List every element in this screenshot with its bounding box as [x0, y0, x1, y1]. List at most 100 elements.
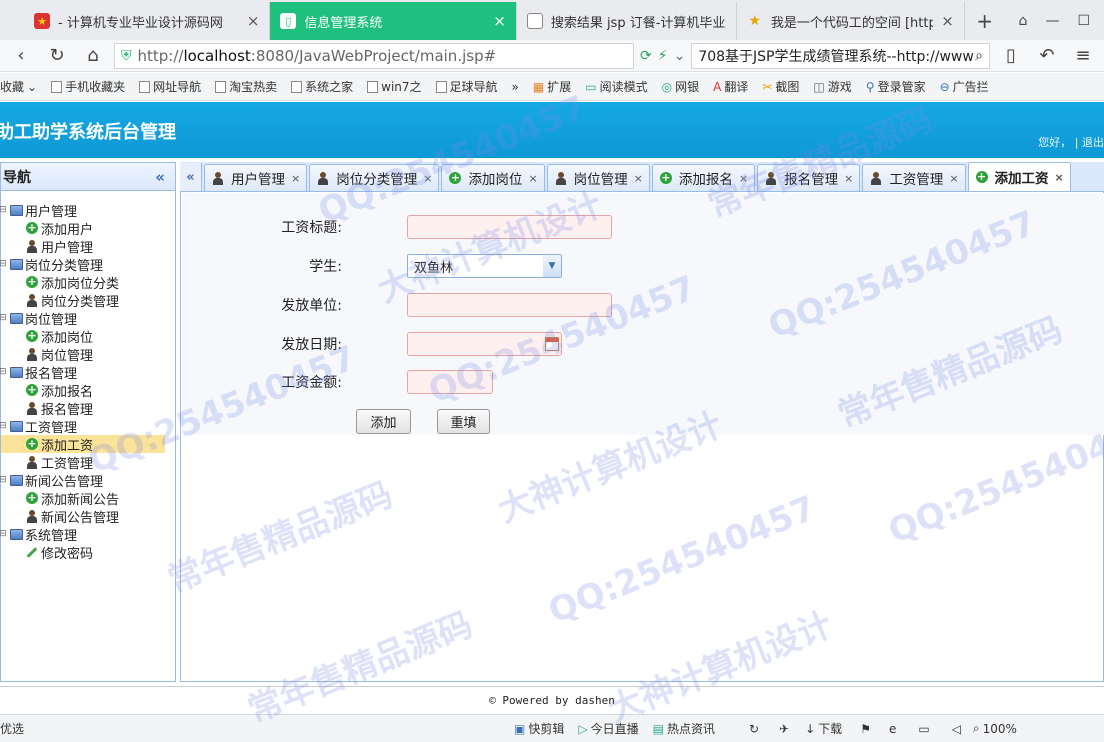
- issuing-unit-input[interactable]: [407, 293, 612, 317]
- browser-tab-4[interactable]: ★ 我是一个代码工的空间 [http://2 ×: [736, 2, 965, 40]
- sidebar-item[interactable]: + 添加新闻公告: [1, 489, 175, 508]
- sidebar-item[interactable]: 岗位管理: [1, 345, 175, 364]
- ie-icon[interactable]: e: [889, 722, 896, 736]
- extensions-button[interactable]: ▦ 扩展: [533, 78, 571, 95]
- games-button[interactable]: ◫ 游戏: [813, 78, 851, 95]
- quick-clip-button[interactable]: ▣ 快剪辑: [514, 720, 564, 737]
- browser-tab-2[interactable]: ▯ 信息管理系统 ×: [270, 2, 517, 40]
- sidebar-group[interactable]: ⊟ 岗位管理: [0, 309, 175, 328]
- sidebar-item[interactable]: + 添加工资: [1, 435, 165, 454]
- collapse-toggle-icon[interactable]: ⊟: [0, 421, 7, 431]
- reading-mode-button[interactable]: ▭ 阅读模式: [585, 78, 647, 95]
- undo-icon[interactable]: ↶: [1032, 43, 1062, 69]
- news-button[interactable]: ▤ 热点资讯: [653, 720, 715, 737]
- close-icon[interactable]: ×: [634, 172, 643, 185]
- close-icon[interactable]: ×: [528, 172, 537, 185]
- collapse-toggle-icon[interactable]: ⊟: [0, 367, 7, 377]
- sidebar-group[interactable]: ⊟ 岗位分类管理: [0, 255, 175, 274]
- reset-button[interactable]: 重填: [437, 409, 490, 434]
- add-button[interactable]: 添加: [356, 409, 411, 434]
- status-left[interactable]: 优选: [0, 720, 24, 737]
- sidebar-group[interactable]: ⊟ 报名管理: [0, 363, 175, 382]
- bookmark-item[interactable]: 手机收藏夹: [51, 78, 125, 95]
- content-tab[interactable]: + 添加岗位 ×: [441, 164, 545, 191]
- url-input[interactable]: ⛨ http://localhost:8080/JavaWebProject/m…: [114, 42, 634, 69]
- maximize-icon[interactable]: ☐: [1077, 13, 1090, 29]
- close-icon[interactable]: ×: [1055, 171, 1064, 184]
- issue-date-input[interactable]: [407, 332, 562, 356]
- content-tab[interactable]: 工资管理 ×: [862, 164, 966, 191]
- bookmark-item[interactable]: win7之: [367, 78, 422, 95]
- bookmark-item[interactable]: 足球导航: [435, 78, 498, 95]
- close-tab-icon[interactable]: ×: [493, 12, 506, 30]
- pin-icon[interactable]: ✈: [779, 722, 789, 736]
- refresh-ext-icon[interactable]: ⟳: [640, 48, 652, 64]
- collapse-toggle-icon[interactable]: ⊟: [0, 205, 7, 215]
- back-icon[interactable]: ‹: [6, 43, 36, 69]
- minimize-icon[interactable]: —: [1045, 13, 1059, 29]
- phone-icon[interactable]: ▯: [996, 43, 1026, 69]
- salary-amount-input[interactable]: [407, 370, 493, 394]
- collapse-icon[interactable]: «: [155, 168, 165, 186]
- sidebar-item[interactable]: 岗位分类管理: [1, 291, 175, 310]
- browser-tab-3[interactable]: 搜索结果 jsp 订餐-计算机毕业设: [516, 2, 737, 40]
- user-info[interactable]: 您好， | 退出: [1038, 134, 1104, 150]
- sidebar-item[interactable]: + 添加用户: [1, 219, 175, 238]
- student-select[interactable]: 双鱼林 ▼: [407, 254, 562, 278]
- download-button[interactable]: ↓ 下载: [805, 720, 842, 737]
- close-tab-icon[interactable]: ×: [247, 12, 260, 30]
- volume-icon[interactable]: ◁: [952, 722, 961, 736]
- window-icon[interactable]: ▭: [918, 722, 929, 736]
- sidebar-group[interactable]: ⊟ 工资管理: [0, 417, 175, 436]
- close-icon[interactable]: ×: [844, 172, 853, 185]
- bookmark-more[interactable]: »: [512, 80, 519, 94]
- bookmark-item[interactable]: 淘宝热卖: [215, 78, 277, 95]
- home-icon[interactable]: ⌂: [78, 43, 108, 69]
- adblock-button[interactable]: ⊖ 广告拦: [940, 78, 989, 95]
- tab-scroll-left-icon[interactable]: «: [180, 163, 202, 191]
- bookmark-item[interactable]: 收藏 ⌄: [0, 78, 37, 95]
- sidebar-item[interactable]: 报名管理: [1, 399, 175, 418]
- collapse-toggle-icon[interactable]: ⊟: [0, 259, 7, 269]
- sidebar-item[interactable]: 工资管理: [1, 453, 175, 472]
- content-tab[interactable]: 报名管理 ×: [757, 164, 861, 191]
- close-icon[interactable]: ×: [291, 172, 300, 185]
- flag-icon[interactable]: ⚑: [860, 722, 871, 736]
- sidebar-item[interactable]: + 添加报名: [1, 381, 175, 400]
- sidebar-item[interactable]: 新闻公告管理: [1, 507, 175, 526]
- sidebar-group[interactable]: ⊟ 系统管理: [0, 525, 175, 544]
- skin-icon[interactable]: ⌂: [1019, 13, 1028, 29]
- sidebar-item[interactable]: + 添加岗位: [1, 327, 175, 346]
- search-input[interactable]: 708基于JSP学生成绩管理系统--http://www ⌕: [691, 42, 990, 69]
- collapse-toggle-icon[interactable]: ⊟: [0, 475, 7, 485]
- content-tab[interactable]: 岗位管理 ×: [546, 164, 650, 191]
- calendar-icon[interactable]: [545, 337, 559, 351]
- menu-icon[interactable]: ≡: [1068, 43, 1098, 69]
- new-tab-button[interactable]: +: [965, 2, 1005, 40]
- screenshot-button[interactable]: ✂ 截图: [762, 78, 799, 95]
- login-manager-button[interactable]: ⚲ 登录管家: [866, 78, 926, 95]
- dropdown-icon[interactable]: ⌄: [674, 48, 686, 64]
- content-tab[interactable]: 用户管理 ×: [204, 164, 308, 191]
- lightning-icon[interactable]: ⚡: [658, 48, 668, 64]
- search-icon[interactable]: ⌕: [975, 48, 983, 64]
- close-tab-icon[interactable]: ×: [941, 12, 954, 30]
- zoom-control[interactable]: ⌕ 100%: [973, 721, 1017, 736]
- bank-button[interactable]: ◎ 网银: [662, 78, 700, 95]
- sidebar-group[interactable]: ⊟ 新闻公告管理: [0, 471, 175, 490]
- close-icon[interactable]: ×: [739, 172, 748, 185]
- reload-icon[interactable]: ↻: [42, 43, 72, 69]
- bookmark-item[interactable]: 系统之家: [291, 78, 353, 95]
- content-tab[interactable]: + 添加报名 ×: [651, 164, 756, 191]
- content-tab[interactable]: + 添加工资 ×: [967, 162, 1071, 191]
- salary-title-input[interactable]: [407, 215, 612, 239]
- sidebar-item[interactable]: 用户管理: [1, 237, 175, 256]
- bookmark-item[interactable]: 网址导航: [139, 78, 201, 95]
- sidebar-group[interactable]: ⊟ 用户管理: [0, 201, 175, 220]
- sidebar-item[interactable]: + 添加岗位分类: [1, 273, 175, 292]
- content-tab[interactable]: 岗位分类管理 ×: [309, 164, 440, 191]
- close-icon[interactable]: ×: [423, 172, 432, 185]
- translate-button[interactable]: A 翻译: [713, 78, 748, 95]
- browser-tab-1[interactable]: ★ - 计算机专业毕业设计源码网 ×: [24, 2, 271, 40]
- live-button[interactable]: ▷ 今日直播: [578, 720, 638, 737]
